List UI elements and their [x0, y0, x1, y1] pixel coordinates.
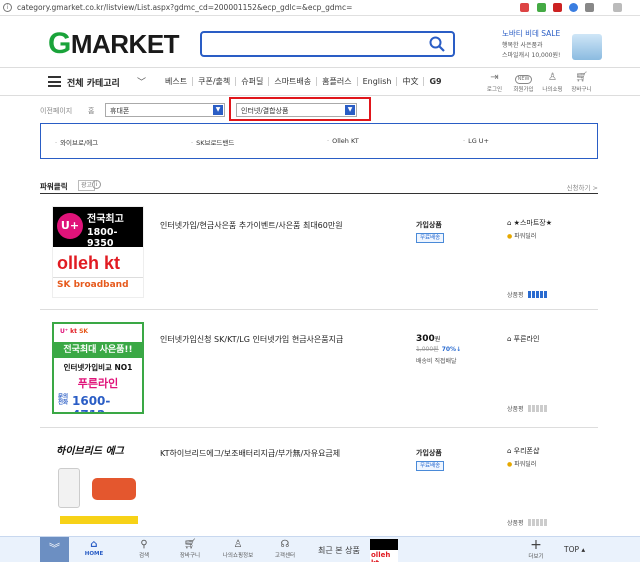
all-categories-button[interactable]: 전체 카테고리 — [67, 76, 120, 89]
seller-name[interactable]: 우리폰샵 — [507, 446, 540, 456]
gmarket-logo[interactable]: Gmarket — [48, 27, 180, 61]
person-icon: ♙ — [548, 72, 557, 83]
search-icon: ⚲ — [140, 539, 148, 550]
free-shipping-badge: 무료배송 — [416, 233, 445, 243]
discount-rate: 70%↓ — [441, 346, 462, 353]
subcategory-lgu[interactable]: LG U+ — [463, 137, 489, 145]
seller-name[interactable]: ★스마트장★ — [507, 218, 552, 228]
plus-icon: + — [530, 537, 542, 553]
home-button[interactable]: ⌂ HOME — [74, 539, 114, 557]
home-link[interactable]: 홈 — [88, 106, 94, 116]
promo-image — [572, 34, 602, 60]
nav-link-coupon[interactable]: 쿠폰/출첵 — [192, 77, 235, 86]
subcategory-skb[interactable]: SK브로드밴드 — [191, 137, 234, 147]
product-row[interactable]: 하이브리드 에그 KT하이브리드에그/보조배터리지급/부가無/자유요금제 가입상… — [40, 428, 598, 538]
product-title[interactable]: KT하이브리드에그/보조배터리지급/부가無/자유요금제 — [160, 448, 340, 459]
chevron-down-icon: ▼ — [213, 105, 223, 115]
caret-up-icon: ▴ — [581, 545, 586, 554]
extension-icon-5[interactable] — [585, 3, 594, 12]
nav-link-smart-delivery[interactable]: 스마트배송 — [268, 77, 316, 86]
shipping-info: 배송비 직접배달 — [416, 358, 457, 365]
highlight-box — [229, 97, 371, 121]
search-button[interactable]: ⚲ 검색 — [124, 539, 164, 559]
rating-bars — [528, 291, 548, 300]
collapse-icon[interactable]: ︾ — [40, 537, 69, 562]
nav-link-homeplus[interactable]: 홈플러스 — [316, 77, 356, 86]
nav-link-best[interactable]: 베스트 — [160, 77, 192, 86]
product-thumbnail[interactable]: U⁺ kt SK 전국최대 사은품!! 인터넷가입비교 NO1 푸른라인 문의전… — [52, 322, 144, 414]
extension-icon-6[interactable] — [613, 3, 622, 12]
my-shopping-button[interactable]: ♙ 나의쇼핑정보 — [218, 539, 258, 559]
menu-icon[interactable] — [48, 76, 61, 87]
product-thumbnail[interactable]: 하이브리드 에그 — [52, 438, 144, 530]
rating-bars — [528, 405, 548, 414]
extension-icon-2[interactable] — [537, 3, 546, 12]
nav-link-g9[interactable]: G9 — [423, 77, 446, 86]
free-shipping-badge: 무료배송 — [416, 461, 445, 471]
myshop-button[interactable]: ♙ 나의쇼핑 — [538, 71, 567, 93]
cart-button[interactable]: 🛒︎ 장바구니 — [567, 71, 596, 93]
product-row[interactable]: U⁺ kt SK 전국최대 사은품!! 인터넷가입비교 NO1 푸른라인 문의전… — [40, 310, 598, 428]
product-rating: 상품평 — [507, 290, 548, 300]
subcategory-box: 와이브로/에그 SK브로드밴드 Olleh KT LG U+ — [40, 123, 598, 159]
product-row[interactable]: U+ 전국최고 1800-9350 olleh kt SK broadband … — [40, 194, 598, 310]
more-button[interactable]: + 더보기 — [524, 537, 548, 560]
chevron-down-icon[interactable]: ﹀ — [137, 75, 146, 88]
subcategory-wibro[interactable]: 와이브로/에그 — [55, 137, 98, 147]
prev-page-link[interactable]: 이전페이지 — [40, 106, 72, 116]
seller-grade: 파워딜러 — [507, 459, 539, 468]
egg-device-image — [58, 468, 80, 508]
customer-center-button[interactable]: ☊ 고객센터 — [265, 539, 305, 559]
bottom-toolbar: ︾ ⌂ HOME ⚲ 검색 🛒︎ 장바구니 ♙ 나의쇼핑정보 ☊ 고객센터 최근… — [0, 536, 640, 562]
uplus-logo: U+ — [57, 213, 83, 239]
rating-bars — [528, 519, 548, 528]
apply-link[interactable]: 신청하기 > — [567, 182, 598, 192]
site-info-icon[interactable]: i — [3, 3, 12, 12]
product-price: 300원 — [416, 334, 441, 344]
product-rating: 상품평 — [507, 404, 548, 414]
recent-product-thumbnail[interactable]: olleh kt — [370, 539, 398, 562]
extension-icon-1[interactable] — [520, 3, 529, 12]
person-icon: ♙ — [233, 539, 243, 550]
home-icon: ⌂ — [90, 539, 98, 550]
power-click-title: 파워클릭 — [40, 182, 68, 191]
url-text[interactable]: category.gmarket.co.kr/listview/List.asp… — [17, 3, 352, 12]
extension-icon-3[interactable] — [553, 3, 562, 12]
cart-icon: 🛒︎ — [183, 539, 197, 550]
product-thumbnail[interactable]: U+ 전국최고 1800-9350 olleh kt SK broadband — [52, 206, 144, 298]
login-icon: ⇥ — [490, 72, 499, 83]
battery-image — [92, 478, 136, 500]
product-rating: 상품평 — [507, 518, 548, 528]
search-input[interactable] — [200, 31, 455, 57]
recent-products-label: 최근 본 상품 — [318, 546, 360, 555]
info-icon[interactable]: i — [92, 180, 101, 189]
price-label: 가입상품 — [416, 449, 442, 457]
main-nav: 전체 카테고리 ﹀ 베스트 쿠폰/출첵 슈퍼딜 스마트배송 홈플러스 Engli… — [0, 67, 640, 96]
new-badge: NEW — [514, 75, 533, 84]
product-title[interactable]: 인터넷가입/현금사은품 추가이벤트/사은품 최대60만원 — [160, 220, 343, 231]
promo-banner[interactable]: 노바티 비데 SALE 행복한 사은품과 스마일캐시 10,000원! — [502, 28, 602, 64]
top-button[interactable]: TOP ▴ — [564, 545, 585, 554]
cart-button[interactable]: 🛒︎ 장바구니 — [170, 539, 210, 559]
seller-name[interactable]: 푸른라인 — [507, 334, 540, 344]
nav-link-superdeal[interactable]: 슈퍼딜 — [235, 77, 268, 86]
address-bar[interactable]: i category.gmarket.co.kr/listview/List.a… — [0, 0, 640, 16]
signup-button[interactable]: NEW 회원가입 — [509, 71, 538, 93]
headset-icon: ☊ — [280, 539, 290, 550]
nav-links: 베스트 쿠폰/출첵 슈퍼딜 스마트배송 홈플러스 English 中文 G9 — [160, 77, 447, 86]
subcategory-kt[interactable]: Olleh KT — [327, 137, 359, 145]
category-select-level1[interactable]: 휴대폰 ▼ — [105, 103, 225, 117]
nav-link-english[interactable]: English — [356, 77, 397, 86]
price-label: 가입상품 — [416, 221, 442, 229]
original-price: 1,000원 — [416, 346, 439, 353]
nav-link-chinese[interactable]: 中文 — [396, 77, 423, 86]
product-title[interactable]: 인터넷가입신청 SK/KT/LG 인터넷가입 현금사은품지급 — [160, 334, 343, 345]
login-button[interactable]: ⇥ 로그인 — [480, 71, 509, 93]
seller-grade: 파워딜러 — [507, 231, 552, 240]
extension-icon-4[interactable] — [569, 3, 578, 12]
search-icon[interactable] — [429, 36, 445, 52]
cart-icon: 🛒︎ — [575, 72, 588, 83]
